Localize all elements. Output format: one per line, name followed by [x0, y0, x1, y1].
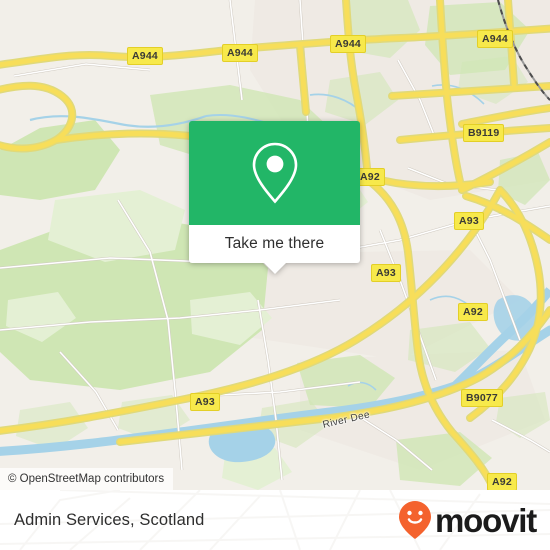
popup-cta-row[interactable]: Take me there — [189, 225, 360, 263]
osm-attribution[interactable]: © OpenStreetMap contributors — [0, 468, 174, 490]
moovit-smiley-pin-icon — [399, 501, 432, 539]
road-shield-b9119: B9119 — [463, 124, 505, 142]
popup-pointer-tail — [262, 262, 287, 274]
road-shield-a944-4: A944 — [477, 30, 513, 48]
bottom-bar: Admin Services, Scotland moovit — [0, 490, 550, 550]
map-canvas[interactable]: A944 A944 A944 A944 B9119 A92 A93 A93 A9… — [0, 0, 550, 490]
take-me-there-label: Take me there — [224, 235, 325, 252]
road-shield-a92-3: A92 — [487, 473, 517, 490]
osm-attribution-text: © OpenStreetMap contributors — [8, 473, 165, 485]
moovit-brand[interactable]: moovit — [398, 500, 537, 540]
road-shield-a92-2: A92 — [458, 303, 488, 321]
road-shield-a944-1: A944 — [127, 47, 163, 65]
destination-popup[interactable]: Take me there — [189, 121, 360, 274]
page-title: Admin Services, Scotland — [14, 510, 205, 529]
map-pin-icon — [252, 142, 297, 204]
map-screenshot-root: A944 A944 A944 A944 B9119 A92 A93 A93 A9… — [0, 0, 550, 550]
moovit-wordmark: moovit — [435, 501, 537, 539]
popup-header — [189, 121, 360, 225]
road-shield-a944-2: A944 — [222, 44, 258, 62]
road-shield-a93-1: A93 — [454, 212, 484, 230]
road-shield-b9077: B9077 — [461, 389, 503, 407]
road-shield-a944-3: A944 — [330, 35, 366, 53]
road-shield-a93-2: A93 — [371, 264, 401, 282]
road-shield-a93-3: A93 — [190, 393, 220, 411]
